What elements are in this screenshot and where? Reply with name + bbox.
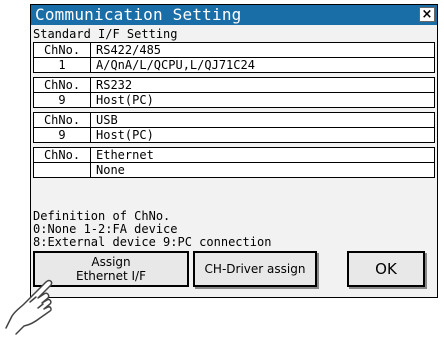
driver-name: None [96,163,125,177]
interface-label: USB [96,113,118,127]
interface-label: RS232 [96,78,133,92]
channel-value-row[interactable]: 9 Host(PC) [33,92,435,108]
ch-number: 9 [34,93,91,107]
channel-header-row: ChNo. USB [33,112,435,128]
ch-header-label: ChNo. [34,78,91,92]
definition-line: Definition of ChNo. [33,209,171,223]
window-title: Communication Setting [35,5,242,24]
channel-value-row[interactable]: None [33,162,435,178]
driver-name: Host(PC) [96,128,154,142]
ch-number: 1 [34,58,91,72]
ch-header-label: ChNo. [34,43,91,57]
subtitle: Standard I/F Setting [33,27,178,41]
channel-definitions: Definition of ChNo. 0:None 1-2:FA device… [33,210,271,249]
channel-value-row[interactable]: 1 A/QnA/L/QCPU,L/QJ71C24 [33,57,435,73]
driver-name: A/QnA/L/QCPU,L/QJ71C24 [96,58,255,72]
ch-header-label: ChNo. [34,113,91,127]
communication-setting-window: Communication Setting × Standard I/F Set… [30,4,438,298]
ch-number [34,163,91,177]
close-button[interactable]: × [419,7,435,22]
button-label: OK [375,260,397,278]
button-label-line2: Ethernet I/F [76,269,146,283]
ch-driver-assign-button[interactable]: CH-Driver assign [193,251,317,287]
interface-label: Ethernet [96,148,154,162]
driver-name: Host(PC) [96,93,154,107]
channel-value-row[interactable]: 9 Host(PC) [33,127,435,143]
title-bar: Communication Setting × [31,5,437,25]
button-label-line1: Assign [91,255,131,269]
definition-line: 0:None 1-2:FA device [33,222,178,236]
channel-header-row: ChNo. RS422/485 [33,42,435,58]
pointing-hand-icon [5,279,53,335]
ch-header-label: ChNo. [34,148,91,162]
ok-button[interactable]: OK [347,251,425,287]
interface-label: RS422/485 [96,43,162,57]
ch-number: 9 [34,128,91,142]
button-label: CH-Driver assign [204,262,306,276]
definition-line: 8:External device 9:PC connection [33,235,272,249]
channel-header-row: ChNo. Ethernet [33,147,435,163]
channel-header-row: ChNo. RS232 [33,77,435,93]
